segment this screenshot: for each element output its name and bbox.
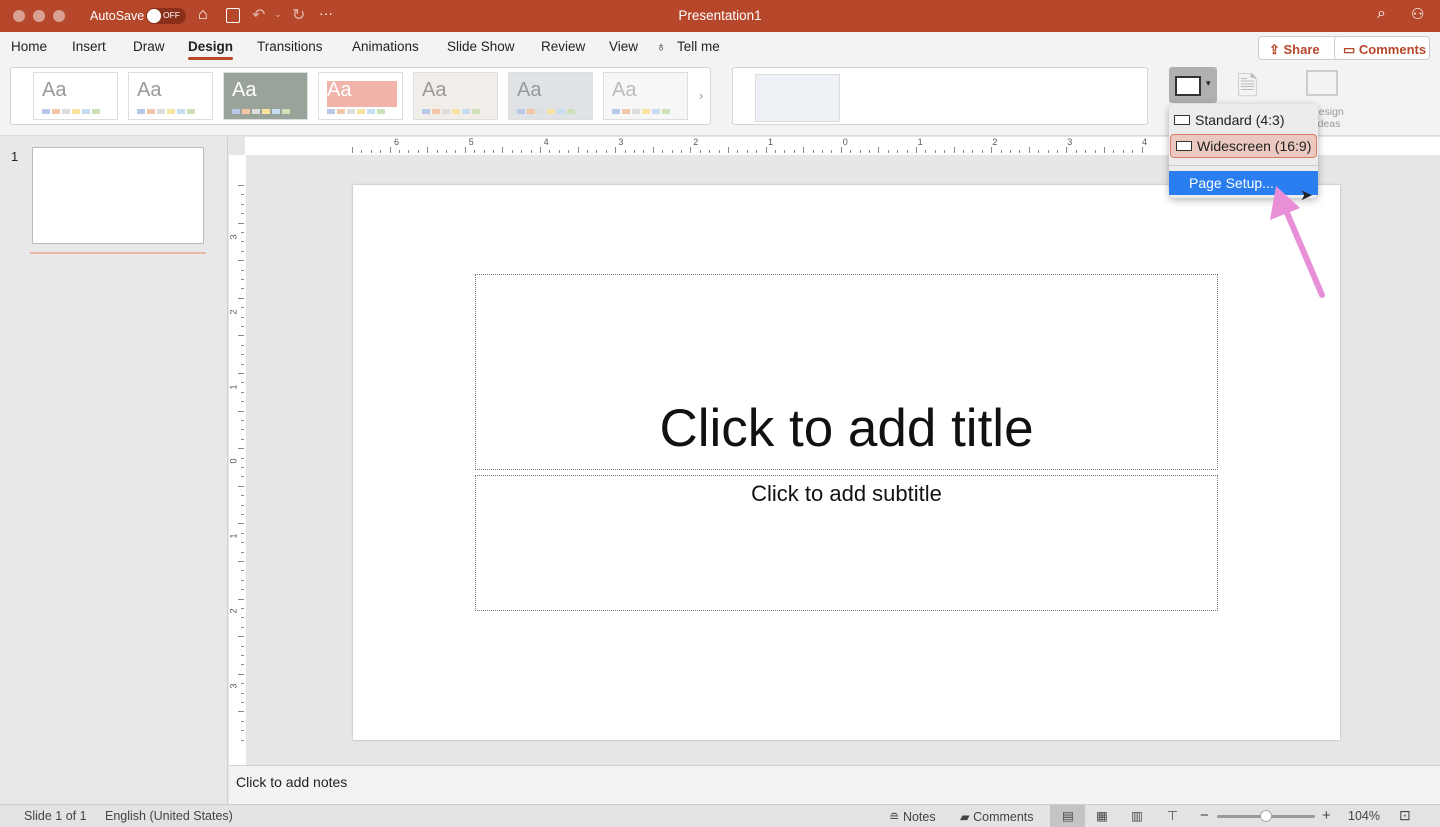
ruler-label: 1 xyxy=(917,137,923,147)
slide-thumbnail[interactable] xyxy=(32,147,204,244)
ruler-label: 3 xyxy=(618,137,624,147)
slide: Click to add title Click to add subtitle xyxy=(353,185,1340,740)
lightbulb-icon: ♁ xyxy=(656,39,667,54)
normal-view-icon: ▤ xyxy=(1062,809,1074,823)
ruler-label: 3 xyxy=(1067,137,1073,147)
active-tab-indicator xyxy=(188,57,233,60)
ruler-label: 1 xyxy=(228,533,239,539)
slide-number: 1 xyxy=(11,149,19,164)
comments-status-button[interactable]: ▰ Comments xyxy=(960,809,1034,824)
zoom-in-icon[interactable]: + xyxy=(1322,807,1331,824)
account-icon[interactable]: ⚇ xyxy=(1411,5,1424,23)
slide-info: Slide 1 of 1 xyxy=(24,809,87,823)
menu-item-standard[interactable]: Standard (4:3) xyxy=(1169,108,1318,132)
slideshow-icon[interactable]: ⊤ xyxy=(1167,808,1178,823)
ribbon-tabs: Home Insert Draw Design Transitions Anim… xyxy=(0,32,1440,62)
gallery-next-icon[interactable]: › xyxy=(699,88,703,103)
tab-transitions[interactable]: Transitions xyxy=(257,39,323,54)
ruler-label: 6 xyxy=(394,137,400,147)
comment-icon: ▭ xyxy=(1343,42,1359,57)
slide-shape-icon xyxy=(1176,141,1192,151)
ruler-label: 1 xyxy=(768,137,774,147)
ruler-label: 0 xyxy=(842,137,848,147)
tab-review[interactable]: Review xyxy=(541,39,585,54)
theme-thumbnail[interactable]: Aa xyxy=(223,72,308,120)
zoom-out-icon[interactable]: − xyxy=(1200,807,1209,824)
tell-me-search[interactable]: Tell me xyxy=(677,39,720,54)
ruler-label: 5 xyxy=(468,137,474,147)
ruler-label: 4 xyxy=(543,137,549,147)
theme-thumbnail[interactable]: Aa xyxy=(318,72,403,120)
subtitle-placeholder[interactable]: Click to add subtitle xyxy=(475,475,1218,611)
ruler-label: 1 xyxy=(228,384,239,390)
tab-slide-show[interactable]: Slide Show xyxy=(447,39,515,54)
ruler-label: 0 xyxy=(228,458,239,464)
zoom-slider[interactable] xyxy=(1217,810,1315,822)
tab-insert[interactable]: Insert xyxy=(72,39,106,54)
language[interactable]: English (United States) xyxy=(105,809,233,823)
zoom-slider-handle[interactable] xyxy=(1260,810,1272,822)
notes-icon: ≘ xyxy=(889,810,903,824)
tab-animations[interactable]: Animations xyxy=(352,39,419,54)
title-placeholder[interactable]: Click to add title xyxy=(475,274,1218,470)
ruler-label: 2 xyxy=(992,137,998,147)
normal-view-button[interactable]: ▤ xyxy=(1050,805,1085,827)
comments-button[interactable]: ▭ Comments xyxy=(1334,36,1430,60)
vertical-ruler: 3 2 1 0 1 2 3 xyxy=(229,155,246,765)
ruler-label: 2 xyxy=(228,608,239,614)
variant-thumbnail[interactable] xyxy=(755,74,840,122)
tab-home[interactable]: Home xyxy=(11,39,47,54)
window-title: Presentation1 xyxy=(678,8,762,23)
notes-button[interactable]: ≘ Notes xyxy=(889,809,936,824)
tab-view[interactable]: View xyxy=(609,39,638,54)
comment-icon: ▰ xyxy=(960,810,974,824)
slide-sorter-icon[interactable]: ▦ xyxy=(1096,808,1108,823)
mouse-cursor-icon: ➤ xyxy=(1300,187,1313,204)
variants-gallery xyxy=(732,67,1148,125)
share-icon: ⇪ xyxy=(1269,42,1284,57)
tab-draw[interactable]: Draw xyxy=(133,39,165,54)
theme-thumbnail[interactable]: Aa xyxy=(33,72,118,120)
notes-pane[interactable]: Click to add notes xyxy=(229,765,1440,804)
title-bar: AutoSave OFF ⌂ ↶ ⌄ ↻ ··· Presentation1 ⌕… xyxy=(0,0,1440,32)
tab-design[interactable]: Design xyxy=(188,39,233,54)
ruler-label: 3 xyxy=(228,683,239,689)
ruler-label: 2 xyxy=(693,137,699,147)
theme-thumbnail[interactable]: Aa xyxy=(128,72,213,120)
thumbnail-divider xyxy=(30,252,206,254)
search-icon[interactable]: ⌕ xyxy=(1377,5,1386,23)
menu-item-widescreen[interactable]: Widescreen (16:9) xyxy=(1170,134,1317,158)
menu-separator xyxy=(1169,165,1318,166)
ruler-label: 3 xyxy=(228,234,239,240)
slide-size-button[interactable]: ▾ xyxy=(1169,67,1217,103)
theme-thumbnail[interactable]: Aa xyxy=(413,72,498,120)
ruler-label: 2 xyxy=(228,309,239,315)
design-ideas-icon[interactable] xyxy=(1306,70,1338,96)
reading-view-icon[interactable]: ▥ xyxy=(1131,808,1143,823)
status-bar: Slide 1 of 1 English (United States) ≘ N… xyxy=(0,804,1440,827)
theme-thumbnail[interactable]: Aa xyxy=(508,72,593,120)
slide-shape-icon xyxy=(1174,115,1190,125)
slide-thumbnail-pane: 1 xyxy=(0,137,228,804)
theme-thumbnail[interactable]: Aa xyxy=(603,72,688,120)
zoom-level[interactable]: 104% xyxy=(1348,809,1380,823)
chevron-down-icon: ▾ xyxy=(1206,78,1211,88)
fit-to-window-icon[interactable]: ⊡ xyxy=(1399,807,1411,824)
ruler-label: 4 xyxy=(1142,137,1148,147)
